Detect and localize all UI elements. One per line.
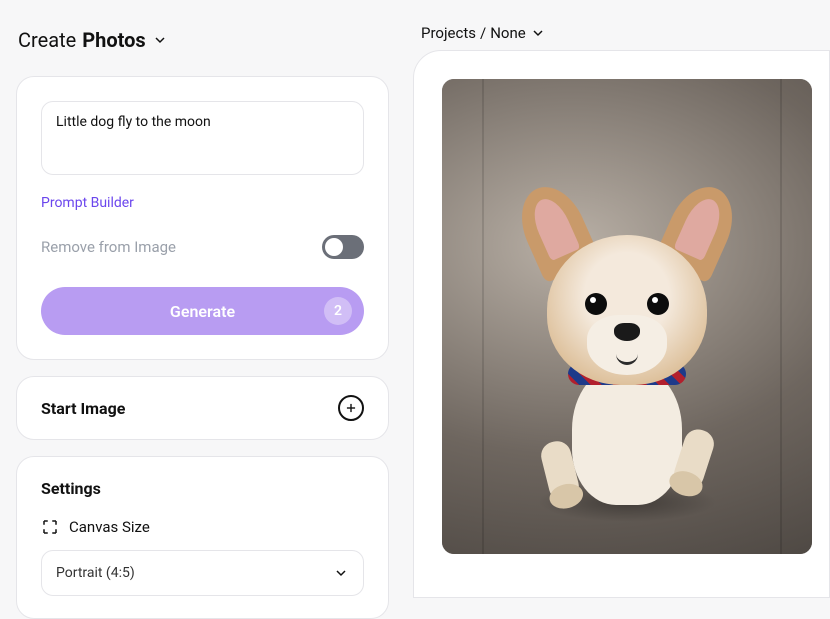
output-canvas (413, 50, 830, 598)
generate-count-badge: 2 (324, 297, 352, 325)
start-image-card: Start Image (16, 376, 389, 440)
prompt-builder-link[interactable]: Prompt Builder (41, 195, 134, 211)
settings-card: Settings Canvas Size Portrait (4:5) (16, 456, 389, 619)
dog-illustration (517, 195, 737, 495)
breadcrumb-current: None (490, 24, 526, 42)
canvas-size-label: Canvas Size (69, 518, 150, 536)
remove-from-image-toggle[interactable] (322, 235, 364, 259)
mode-label: Photos (82, 28, 145, 52)
chevron-down-icon (333, 565, 349, 581)
create-label: Create (18, 28, 76, 52)
chevron-down-icon (152, 32, 168, 48)
mode-selector[interactable]: Create Photos (16, 16, 389, 60)
canvas-size-select[interactable]: Portrait (4:5) (41, 550, 364, 596)
settings-title: Settings (41, 479, 364, 498)
canvas-size-icon (41, 518, 59, 536)
plus-icon (344, 401, 358, 415)
canvas-size-value: Portrait (4:5) (56, 565, 135, 581)
generate-button-label: Generate (170, 302, 235, 321)
add-start-image-button[interactable] (338, 395, 364, 421)
generated-image[interactable] (442, 79, 812, 554)
prompt-card: Prompt Builder Remove from Image Generat… (16, 76, 389, 360)
breadcrumb[interactable]: Projects / None (413, 12, 830, 50)
breadcrumb-root: Projects (421, 24, 476, 42)
breadcrumb-separator: / (480, 24, 486, 42)
remove-from-image-label: Remove from Image (41, 238, 176, 256)
prompt-input[interactable] (41, 101, 364, 175)
start-image-title: Start Image (41, 399, 125, 418)
generate-button[interactable]: Generate 2 (41, 287, 364, 335)
chevron-down-icon (530, 25, 546, 41)
